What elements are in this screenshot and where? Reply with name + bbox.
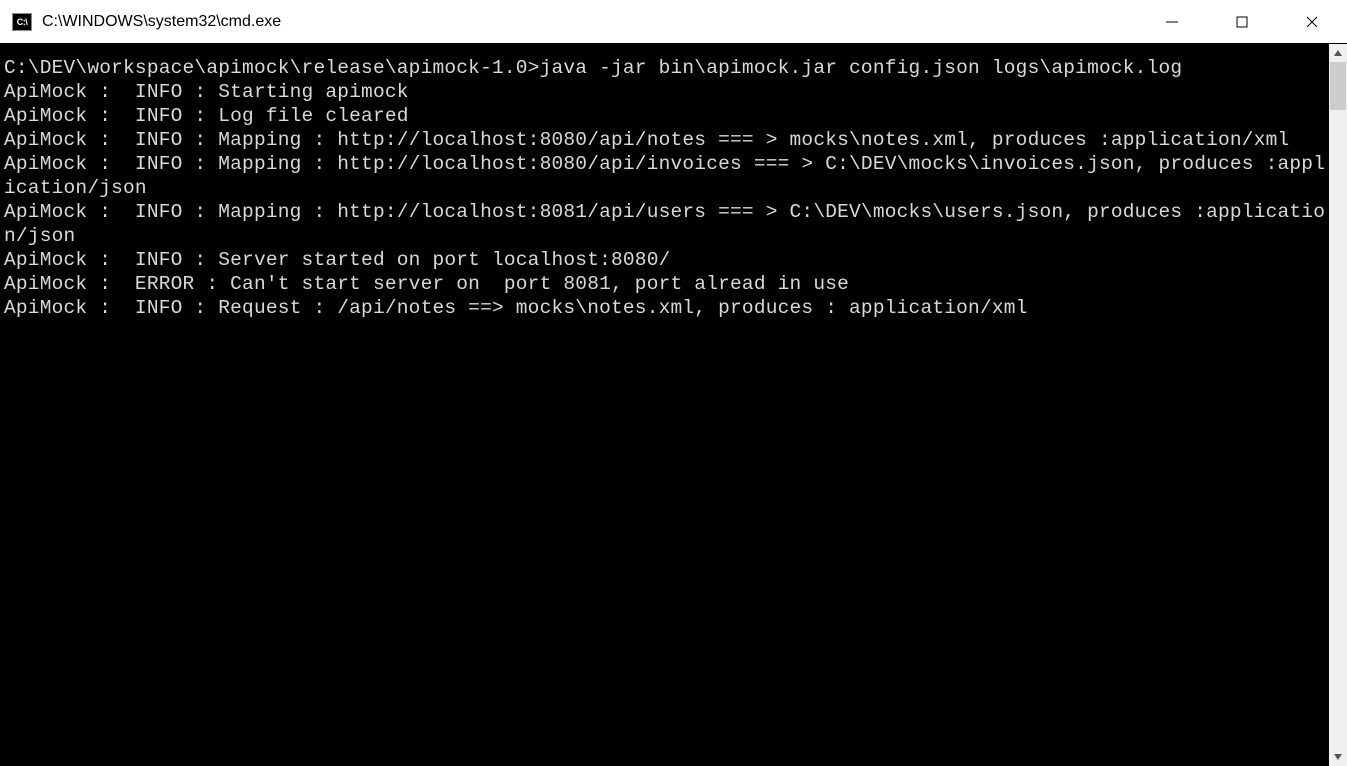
- minimize-button[interactable]: [1137, 0, 1207, 43]
- window-titlebar[interactable]: C:\ C:\WINDOWS\system32\cmd.exe: [0, 0, 1347, 44]
- cmd-icon: C:\: [12, 13, 32, 31]
- close-button[interactable]: [1277, 0, 1347, 43]
- maximize-button[interactable]: [1207, 0, 1277, 43]
- scroll-down-arrow-icon[interactable]: [1329, 748, 1347, 766]
- scrollbar-thumb[interactable]: [1330, 62, 1346, 110]
- window-title: C:\WINDOWS\system32\cmd.exe: [42, 13, 1137, 31]
- terminal-output[interactable]: C:\DEV\workspace\apimock\release\apimock…: [0, 44, 1329, 766]
- scroll-up-arrow-icon[interactable]: [1329, 44, 1347, 62]
- client-area: C:\DEV\workspace\apimock\release\apimock…: [0, 44, 1347, 766]
- vertical-scrollbar[interactable]: [1329, 44, 1347, 766]
- scrollbar-track[interactable]: [1329, 62, 1347, 766]
